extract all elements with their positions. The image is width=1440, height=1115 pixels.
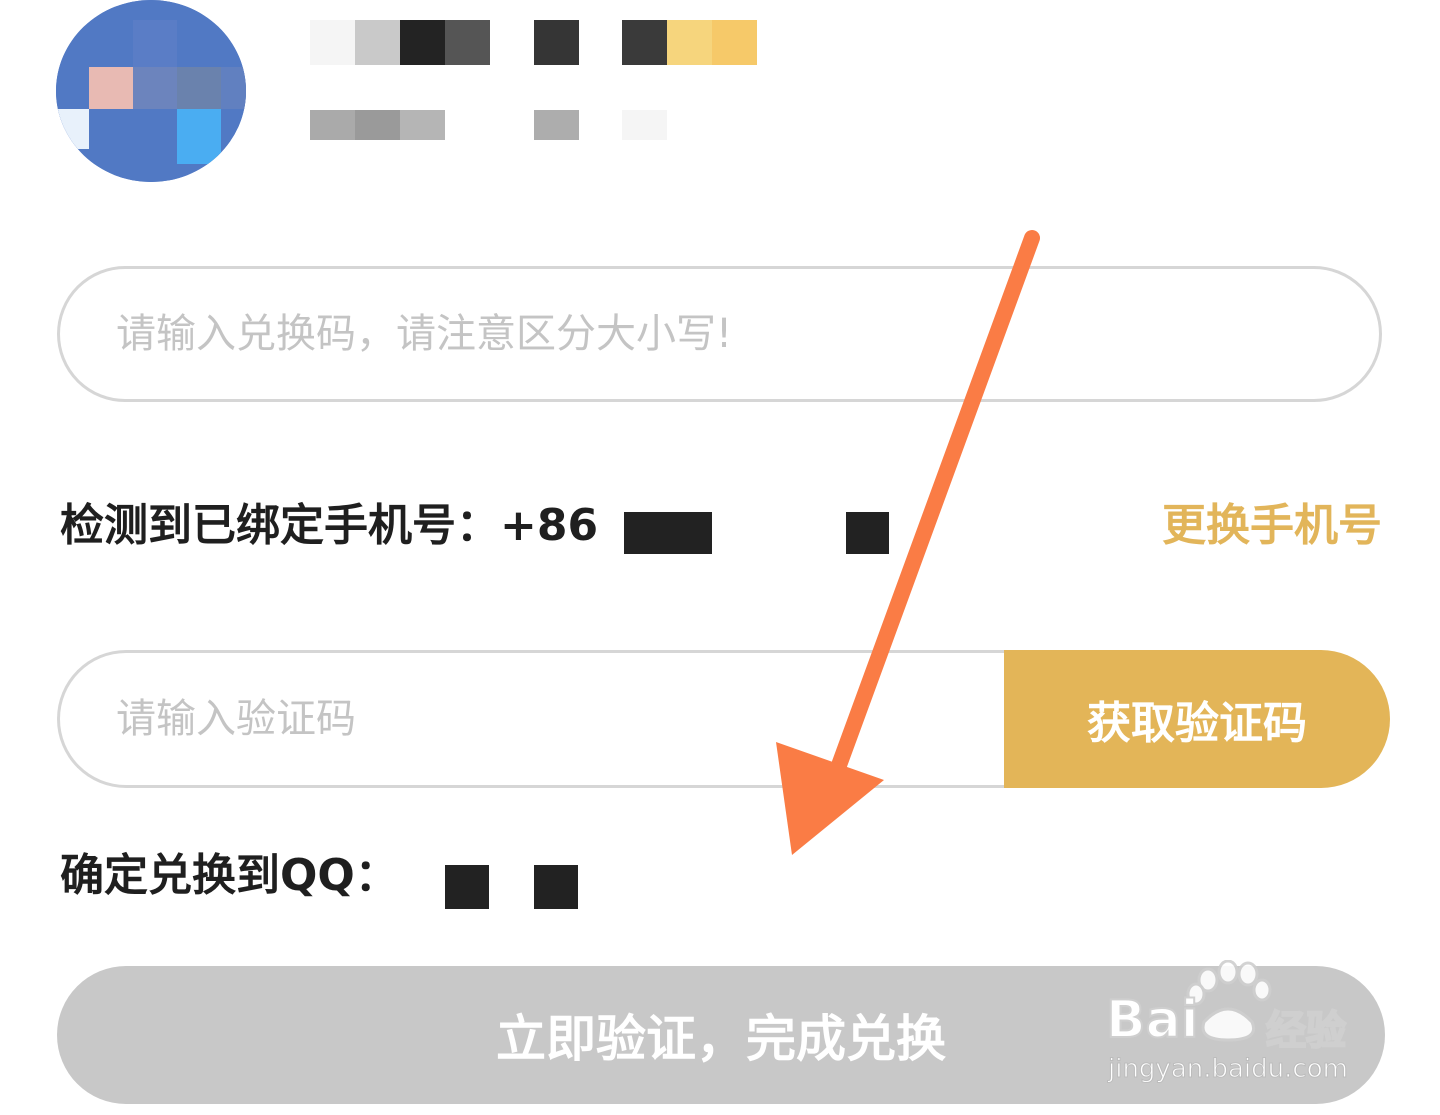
qq-redaction-2	[534, 865, 578, 909]
bound-phone-row: 检测到已绑定手机号：+86 更换手机号	[60, 496, 1382, 556]
phone-redaction-2	[846, 512, 889, 554]
phone-redaction	[624, 512, 712, 554]
verify-code-field[interactable]	[57, 650, 1057, 788]
avatar[interactable]	[56, 0, 246, 182]
redeem-code-input[interactable]	[116, 269, 1296, 399]
redeem-page: 检测到已绑定手机号：+86 更换手机号 获取验证码 确定兑换到QQ： 立即验证，…	[0, 0, 1440, 1115]
verify-code-input[interactable]	[116, 653, 996, 785]
qq-redaction	[445, 865, 489, 909]
target-qq-label: 确定兑换到QQ：	[60, 850, 399, 901]
verify-and-redeem-button[interactable]: 立即验证，完成兑换	[57, 966, 1385, 1104]
get-code-button[interactable]: 获取验证码	[1004, 650, 1390, 788]
redeem-code-field[interactable]	[57, 266, 1382, 402]
nickname-mosaic	[310, 20, 770, 150]
change-phone-link[interactable]: 更换手机号	[1162, 496, 1382, 556]
bound-phone-label: 检测到已绑定手机号：+86	[60, 500, 599, 551]
